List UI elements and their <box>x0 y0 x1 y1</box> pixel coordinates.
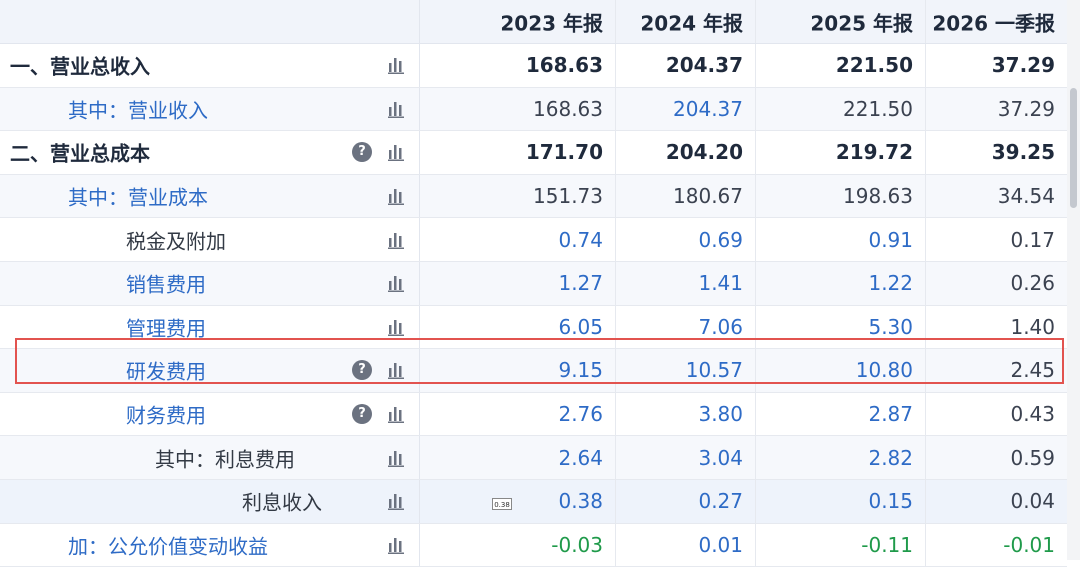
bar-chart-icon[interactable] <box>386 491 406 511</box>
cell-value: 198.63 <box>843 184 913 209</box>
cell-value: 0.26 <box>1010 271 1055 296</box>
cell-value[interactable]: 0.38 <box>558 489 603 513</box>
cell-value: 180.67 <box>673 184 743 209</box>
cell-value: -0.01 <box>1003 532 1055 557</box>
row-label[interactable]: 加：公允价值变动收益 <box>68 530 268 559</box>
column-header-2024[interactable]: 2024 年报 <box>640 7 743 36</box>
cell-value: 168.63 <box>525 53 603 78</box>
row-label: 税金及附加 <box>126 229 226 254</box>
row-label[interactable]: 其中：营业成本 <box>68 182 208 211</box>
cell-value: 1.40 <box>1010 314 1055 339</box>
cell-value: 0.17 <box>1010 227 1055 252</box>
bar-chart-icon[interactable] <box>386 404 406 424</box>
financial-table: 2023 年报 2024 年报 2025 年报 2026 一季报 一、营业总收入… <box>0 0 1067 567</box>
cell-value: 39.25 <box>991 140 1055 165</box>
table-row-highlighted: 研发费用 ? 9.15 10.57 10.80 2.45 <box>0 349 1067 393</box>
cell-value[interactable]: 0.01 <box>698 533 743 557</box>
cell-value: 2.45 <box>1010 358 1055 383</box>
value-tooltip: 0.38 <box>492 498 512 510</box>
bar-chart-icon[interactable] <box>386 186 406 206</box>
bar-chart-icon[interactable] <box>386 230 406 250</box>
cell-value: 204.37 <box>665 53 743 78</box>
table-row: 二、营业总成本 ? 171.70 204.20 219.72 39.25 <box>0 131 1067 175</box>
row-label: 二、营业总成本 <box>10 141 150 166</box>
cell-value: 221.50 <box>835 53 913 78</box>
bar-chart-icon[interactable] <box>386 142 406 162</box>
bar-chart-icon[interactable] <box>386 317 406 337</box>
column-header-2025[interactable]: 2025 年报 <box>810 7 913 36</box>
cell-value: -0.11 <box>861 532 913 557</box>
table-row: 其中：营业成本 151.73 180.67 198.63 34.54 <box>0 174 1067 219</box>
column-header-2023[interactable]: 2023 年报 <box>500 7 603 36</box>
help-circle-icon[interactable]: ? <box>352 360 372 381</box>
cell-value: 221.50 <box>843 96 913 121</box>
row-label[interactable]: 管理费用 <box>126 312 206 341</box>
vertical-scrollbar[interactable] <box>1067 0 1080 560</box>
cell-value[interactable]: 3.80 <box>698 402 743 426</box>
row-label[interactable]: 销售费用 <box>126 269 206 298</box>
cell-value: 0.04 <box>1010 489 1055 514</box>
cell-value[interactable]: 2.64 <box>558 446 603 470</box>
cell-value[interactable]: 1.41 <box>698 271 743 295</box>
cell-value[interactable]: 1.22 <box>868 271 913 295</box>
bar-chart-icon[interactable] <box>386 273 406 293</box>
table-row: 管理费用 6.05 7.06 5.30 1.40 <box>0 305 1067 350</box>
row-label[interactable]: 其中：营业收入 <box>68 94 208 123</box>
table-row: 销售费用 1.27 1.41 1.22 0.26 <box>0 261 1067 306</box>
bar-chart-icon[interactable] <box>386 448 406 468</box>
cell-value[interactable]: 2.82 <box>868 446 913 470</box>
cell-value: -0.03 <box>551 532 603 557</box>
help-circle-icon[interactable]: ? <box>352 404 372 425</box>
cell-value[interactable]: 6.05 <box>558 315 603 339</box>
cell-value: 34.54 <box>997 184 1055 209</box>
cell-value[interactable]: 2.76 <box>558 402 603 426</box>
cell-value: 37.29 <box>997 96 1055 121</box>
table-row-hovered: 利息收入 0.38 0.27 0.15 0.04 <box>0 479 1067 524</box>
cell-value: 37.29 <box>991 53 1055 78</box>
cell-value[interactable]: 9.15 <box>558 358 603 382</box>
table-row: 税金及附加 0.74 0.69 0.91 0.17 <box>0 218 1067 262</box>
cell-value[interactable]: 2.87 <box>868 402 913 426</box>
column-header-2026q1[interactable]: 2026 一季报 <box>932 7 1055 36</box>
cell-value[interactable]: 0.69 <box>698 228 743 252</box>
cell-value[interactable]: 3.04 <box>698 446 743 470</box>
table-row: 其中：营业收入 168.63 204.37 221.50 37.29 <box>0 87 1067 132</box>
cell-value[interactable]: 1.27 <box>558 271 603 295</box>
cell-value[interactable]: 0.27 <box>698 489 743 513</box>
cell-value: 151.73 <box>533 184 603 209</box>
cell-value[interactable]: 0.74 <box>558 228 603 252</box>
table-row: 财务费用 ? 2.76 3.80 2.87 0.43 <box>0 392 1067 437</box>
cell-value[interactable]: 10.80 <box>856 358 913 382</box>
cell-value: 0.59 <box>1010 445 1055 470</box>
cell-value[interactable]: 204.37 <box>673 97 743 121</box>
cell-value[interactable]: 0.15 <box>868 489 913 513</box>
bar-chart-icon[interactable] <box>386 535 406 555</box>
header-label-cell <box>0 0 420 43</box>
row-label: 利息收入 <box>242 490 322 515</box>
table-row: 一、营业总收入 168.63 204.37 221.50 37.29 <box>0 44 1067 88</box>
scrollbar-thumb[interactable] <box>1070 88 1077 208</box>
cell-value: 219.72 <box>835 140 913 165</box>
row-label[interactable]: 研发费用 <box>126 356 206 385</box>
row-label: 其中：利息费用 <box>155 447 295 472</box>
table-row: 加：公允价值变动收益 -0.03 0.01 -0.11 -0.01 <box>0 523 1067 567</box>
cell-value: 0.43 <box>1010 402 1055 427</box>
bar-chart-icon[interactable] <box>386 55 406 75</box>
bar-chart-icon[interactable] <box>386 99 406 119</box>
cell-value: 204.20 <box>665 140 743 165</box>
row-label: 一、营业总收入 <box>10 54 150 79</box>
cell-value: 168.63 <box>533 96 603 121</box>
table-row: 其中：利息费用 2.64 3.04 2.82 0.59 <box>0 436 1067 480</box>
cell-value[interactable]: 7.06 <box>698 315 743 339</box>
bar-chart-icon[interactable] <box>386 360 406 380</box>
cell-value[interactable]: 0.91 <box>868 228 913 252</box>
cell-value: 171.70 <box>525 140 603 165</box>
row-label[interactable]: 财务费用 <box>126 400 206 429</box>
table-header: 2023 年报 2024 年报 2025 年报 2026 一季报 <box>0 0 1067 44</box>
cell-value[interactable]: 5.30 <box>868 315 913 339</box>
cell-value[interactable]: 10.57 <box>686 358 743 382</box>
help-circle-icon[interactable]: ? <box>352 142 372 163</box>
